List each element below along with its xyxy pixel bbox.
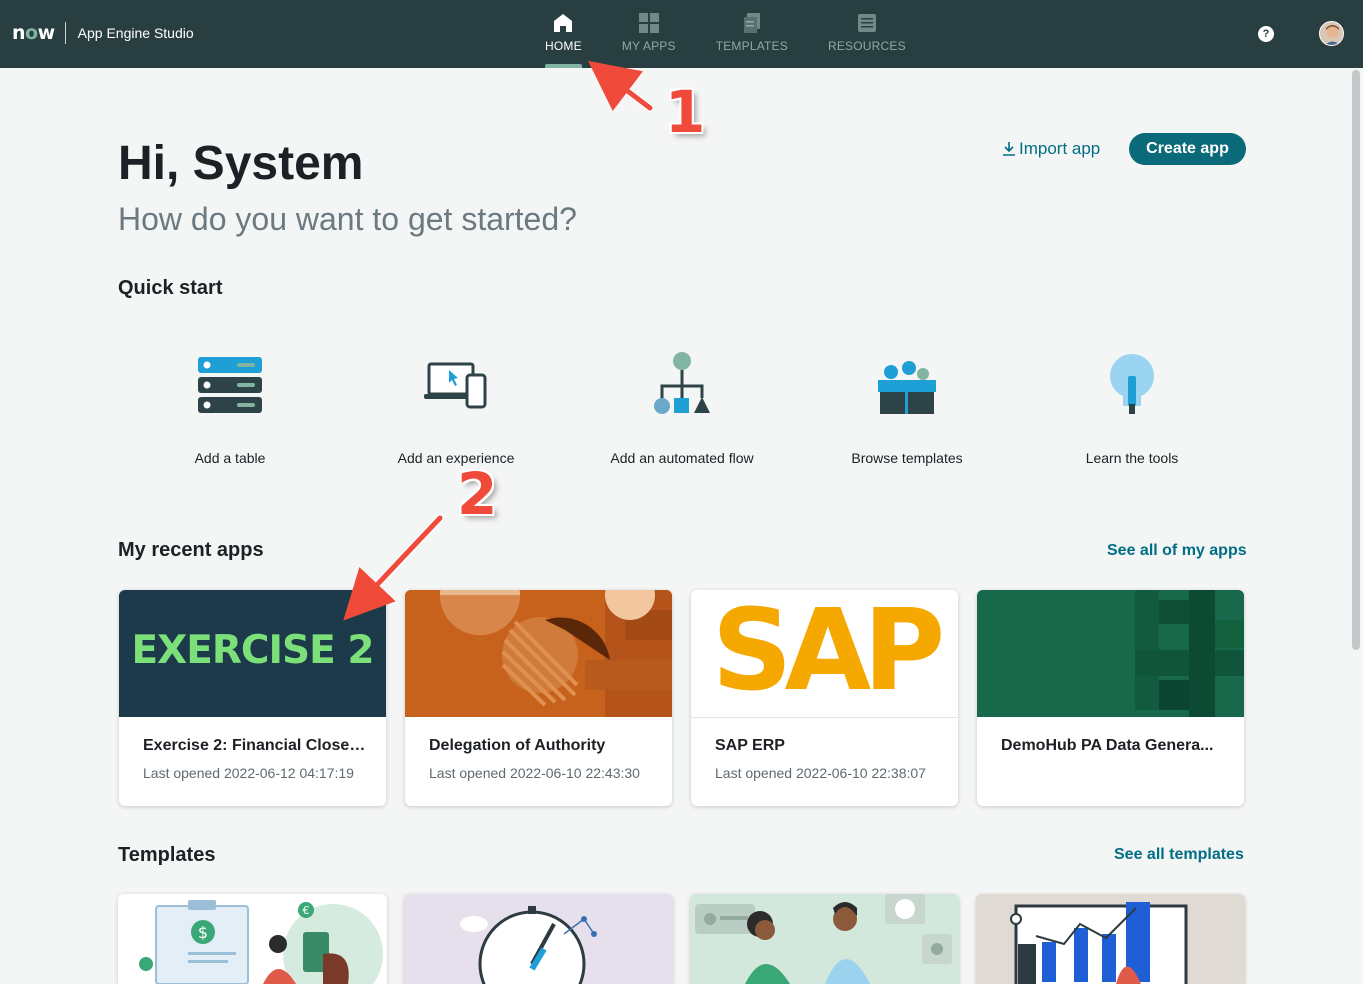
scrollbar-thumb[interactable] xyxy=(1352,70,1360,650)
lightbulb-icon xyxy=(1110,354,1154,414)
page-subtitle: How do you want to get started? xyxy=(118,201,577,237)
template-card[interactable] xyxy=(690,894,959,984)
app-card-title: SAP ERP xyxy=(715,737,785,754)
user-avatar-icon xyxy=(1320,22,1343,45)
quick-start-label: Browse templates xyxy=(851,450,963,466)
download-icon xyxy=(1003,142,1015,156)
app-card-title: Delegation of Authority xyxy=(429,737,606,754)
banner-text: EXERCISE 2 xyxy=(131,628,375,673)
nav-tab-label: TEMPLATES xyxy=(715,39,788,53)
quick-start-label: Add an experience xyxy=(397,450,515,466)
create-app-button[interactable]: Create app xyxy=(1129,133,1246,165)
app-name: App Engine Studio xyxy=(77,25,194,41)
templates-heading: Templates xyxy=(118,844,216,866)
quick-start-add-table[interactable]: Add a table xyxy=(130,350,330,470)
app-card-sap-erp[interactable]: SAP SAP ERP Last opened 2022-06-10 22:38… xyxy=(691,590,958,806)
table-icon xyxy=(198,357,262,413)
nav-tab-resources[interactable]: RESOURCES xyxy=(808,0,926,68)
quick-start-learn-tools[interactable]: Learn the tools xyxy=(1032,350,1232,470)
app-card-exercise-2[interactable]: EXERCISE 2 Exercise 2: Financial Close .… xyxy=(119,590,386,806)
devices-icon xyxy=(424,362,487,409)
quick-start-label: Learn the tools xyxy=(1085,450,1179,466)
app-card-title: Exercise 2: Financial Close ... xyxy=(143,737,367,754)
see-all-apps-link[interactable]: See all of my apps xyxy=(1107,542,1247,560)
template-card[interactable] xyxy=(976,894,1245,984)
nav-tab-label: HOME xyxy=(545,39,582,53)
app-card-demohub[interactable]: DemoHub PA Data Genera... xyxy=(977,590,1244,806)
analytics-illustration xyxy=(976,894,1245,984)
home-icon xyxy=(554,14,573,32)
abstract-banner-art xyxy=(405,590,672,717)
sap-logo: SAP xyxy=(711,590,945,716)
main-nav: HOME MY APPS TEMPLATES RESOURCES xyxy=(525,0,926,68)
now-logo[interactable]: now xyxy=(12,22,55,44)
quick-start-add-flow[interactable]: Add an automated flow xyxy=(582,350,782,470)
nav-tab-my-apps[interactable]: MY APPS xyxy=(602,0,696,68)
app-card-title: DemoHub PA Data Genera... xyxy=(1001,737,1214,754)
import-app-link[interactable]: Import app xyxy=(1002,139,1100,159)
app-card-last-opened: Last opened 2022-06-12 04:17:19 xyxy=(143,765,354,781)
finance-illustration: $ € xyxy=(118,894,387,984)
quick-start-browse-templates[interactable]: Browse templates xyxy=(807,350,1007,470)
import-app-label: Import app xyxy=(1019,139,1101,158)
nav-tab-home[interactable]: HOME xyxy=(525,0,602,68)
top-navigation-bar: now App Engine Studio HOME MY APPS TEMPL… xyxy=(0,0,1363,68)
box-icon xyxy=(878,361,936,414)
recent-apps-heading: My recent apps xyxy=(118,539,264,561)
app-card-banner: SAP xyxy=(691,590,958,717)
app-card-banner xyxy=(405,590,672,717)
template-card[interactable] xyxy=(404,894,673,984)
grid-icon xyxy=(638,13,659,33)
quick-start-heading: Quick start xyxy=(118,277,223,299)
resources-icon xyxy=(857,14,876,32)
app-card-banner: EXERCISE 2 xyxy=(119,590,386,717)
app-card-last-opened: Last opened 2022-06-10 22:43:30 xyxy=(429,765,640,781)
annotation-number-2: 2 xyxy=(457,460,498,528)
nav-tab-label: RESOURCES xyxy=(827,39,906,53)
flow-icon xyxy=(654,352,710,414)
quick-start-add-experience[interactable]: Add an experience xyxy=(356,350,556,470)
app-card-last-opened: Last opened 2022-06-10 22:38:07 xyxy=(715,765,926,781)
quick-start-label: Add an automated flow xyxy=(610,450,754,466)
annotation-number-1: 1 xyxy=(665,78,706,146)
quick-start-label: Add a table xyxy=(194,450,266,466)
nav-tab-label: MY APPS xyxy=(621,39,676,53)
brand-divider xyxy=(64,22,66,44)
help-icon[interactable]: ? xyxy=(1258,26,1274,42)
nav-tab-templates[interactable]: TEMPLATES xyxy=(696,0,808,68)
avatar[interactable] xyxy=(1319,21,1344,46)
template-card[interactable]: $ € xyxy=(118,894,387,984)
page-title: Hi, System xyxy=(118,137,364,190)
templates-icon xyxy=(743,13,760,33)
people-illustration xyxy=(690,894,959,984)
brand[interactable]: now App Engine Studio xyxy=(12,22,194,44)
app-card-banner xyxy=(977,590,1244,717)
see-all-templates-link[interactable]: See all templates xyxy=(1114,846,1244,864)
app-card-delegation[interactable]: Delegation of Authority Last opened 2022… xyxy=(405,590,672,806)
card-divider xyxy=(691,717,958,718)
abstract-banner-art xyxy=(977,590,1244,717)
clock-illustration xyxy=(404,894,673,984)
svg-text:€: € xyxy=(303,904,310,917)
svg-text:$: $ xyxy=(198,923,208,942)
